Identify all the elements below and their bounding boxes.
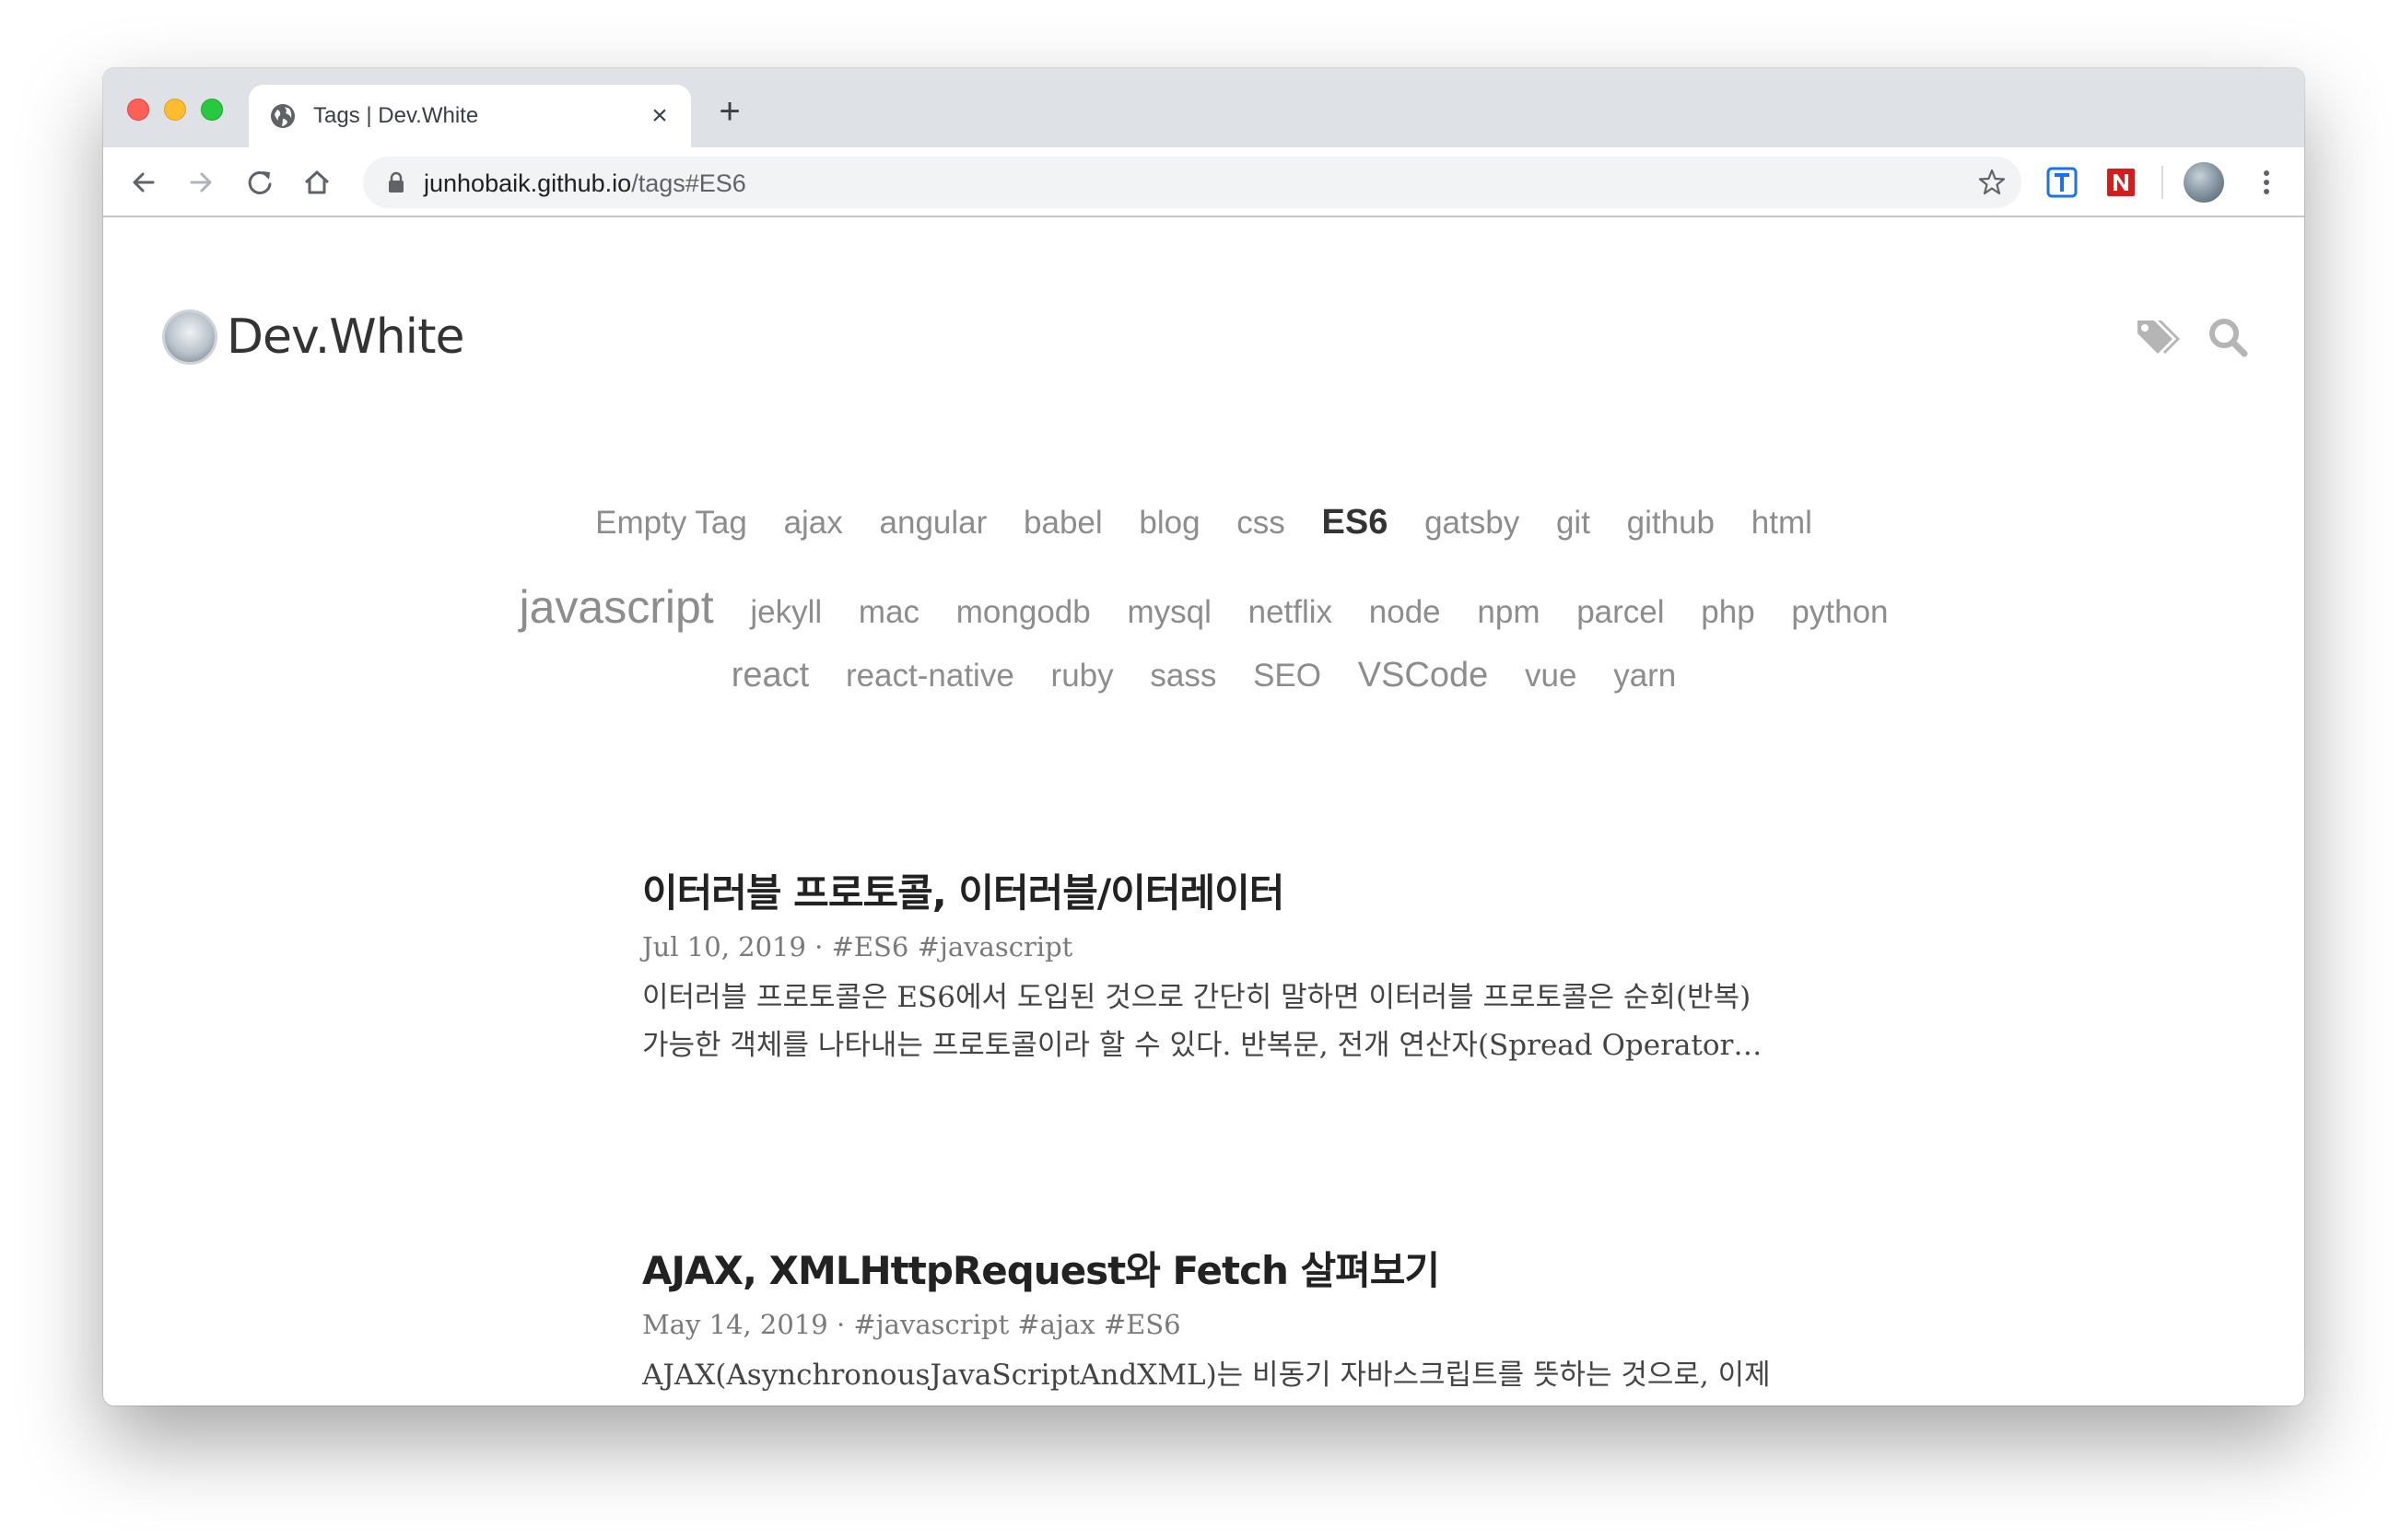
tag-parcel[interactable]: parcel (1576, 594, 1664, 631)
address-bar[interactable]: junhobaik.github.io/tags#ES6 (363, 157, 2021, 208)
site-title[interactable]: Dev.White (227, 309, 464, 365)
forward-arrow-icon[interactable] (182, 164, 219, 201)
tag-javascript[interactable]: javascript (519, 580, 713, 634)
home-icon[interactable] (299, 164, 335, 201)
url-text: junhobaik.github.io/tags#ES6 (424, 169, 746, 198)
post-title-link[interactable]: 이터러블 프로토콜, 이터러블/이터레이터 (642, 862, 1858, 918)
tag-node[interactable]: node (1369, 594, 1441, 631)
tag-mac[interactable]: mac (859, 594, 919, 631)
tab-close-icon[interactable]: × (645, 101, 674, 131)
tag-vue[interactable]: vue (1525, 658, 1576, 694)
tag-angular[interactable]: angular (880, 505, 988, 542)
tag-cloud-row-2: javascript jekyll mac mongodb mysql netf… (103, 580, 2304, 634)
tag-cloud-row-1: Empty Tag ajax angular babel blog css ES… (103, 503, 2304, 542)
back-arrow-icon[interactable] (125, 164, 162, 201)
tag-ruby[interactable]: ruby (1051, 658, 1114, 694)
tag-php[interactable]: php (1701, 594, 1754, 631)
url-path: /tags#ES6 (631, 169, 746, 197)
tag-html[interactable]: html (1751, 505, 1812, 542)
close-window-button[interactable] (127, 99, 149, 121)
post-card: AJAX, XMLHttpRequest와 Fetch 살펴보기 May 14,… (642, 1240, 1858, 1406)
tag-ajax[interactable]: ajax (784, 505, 843, 542)
minimize-window-button[interactable] (164, 99, 186, 121)
post-meta: May 14, 2019 · #javascript #ajax #ES6 (642, 1309, 1181, 1340)
toolbar-divider (2161, 166, 2163, 199)
maximize-window-button[interactable] (201, 99, 223, 121)
globe-icon (271, 104, 295, 128)
lock-icon (389, 171, 404, 192)
post-card: 이터러블 프로토콜, 이터러블/이터레이터 Jul 10, 2019 · #ES… (642, 862, 1858, 1069)
tag-gatsby[interactable]: gatsby (1424, 505, 1519, 542)
tag-blog[interactable]: blog (1139, 505, 1200, 542)
post-meta: Jul 10, 2019 · #ES6 #javascript (642, 931, 1073, 962)
site-logo-avatar[interactable] (162, 309, 217, 365)
tag-mysql[interactable]: mysql (1127, 594, 1211, 631)
tags-icon[interactable] (2134, 315, 2182, 359)
browser-tab[interactable]: Tags | Dev.White × (249, 85, 691, 147)
new-tab-button[interactable]: + (713, 93, 746, 130)
profile-avatar[interactable] (2184, 162, 2224, 203)
post-excerpt: 이터러블 프로토콜은 ES6에서 도입된 것으로 간단히 말하면 이터러블 프로… (642, 981, 1763, 1062)
translate-extension-icon[interactable] (2045, 166, 2079, 199)
tag-seo[interactable]: SEO (1253, 658, 1321, 694)
tag-react-native[interactable]: react-native (846, 658, 1014, 694)
tag-mongodb[interactable]: mongodb (956, 594, 1091, 631)
url-host: junhobaik.github.io (424, 169, 632, 197)
tag-es6-active[interactable]: ES6 (1322, 503, 1388, 542)
post-title-link[interactable]: AJAX, XMLHttpRequest와 Fetch 살펴보기 (642, 1240, 1858, 1296)
post-excerpt: AJAX(AsynchronousJavaScriptAndXML)는 비동기 … (642, 1359, 1771, 1392)
tag-react[interactable]: react (732, 656, 809, 695)
browser-toolbar: junhobaik.github.io/tags#ES6 (103, 147, 2304, 217)
browser-window: Tags | Dev.White × + junhobaik.github.io… (103, 68, 2304, 1406)
tag-python[interactable]: python (1791, 594, 1888, 631)
tag-css[interactable]: css (1236, 505, 1285, 542)
bookmark-star-icon[interactable] (1977, 168, 2007, 197)
tag-cloud-row-3: react react-native ruby sass SEO VSCode … (103, 656, 2304, 695)
tag-git[interactable]: git (1556, 505, 1590, 542)
tag-jekyll[interactable]: jekyll (750, 594, 822, 631)
tag-npm[interactable]: npm (1477, 594, 1540, 631)
tag-netflix[interactable]: netflix (1248, 594, 1332, 631)
tab-title: Tags | Dev.White (313, 103, 479, 128)
tag-sass[interactable]: sass (1150, 658, 1216, 694)
tag-github[interactable]: github (1627, 505, 1715, 542)
page-content: Dev.White Empty Tag ajax angular babel b… (103, 217, 2304, 1406)
naver-extension-icon[interactable] (2104, 166, 2137, 199)
search-icon[interactable] (2206, 315, 2254, 359)
tag-babel[interactable]: babel (1024, 505, 1103, 542)
tag-empty-tag[interactable]: Empty Tag (595, 505, 747, 542)
kebab-menu-icon[interactable] (2255, 166, 2278, 199)
reload-icon[interactable] (241, 164, 278, 201)
tag-yarn[interactable]: yarn (1613, 658, 1676, 694)
tag-vscode[interactable]: VSCode (1358, 656, 1489, 695)
tab-strip: Tags | Dev.White × + (103, 68, 2304, 147)
